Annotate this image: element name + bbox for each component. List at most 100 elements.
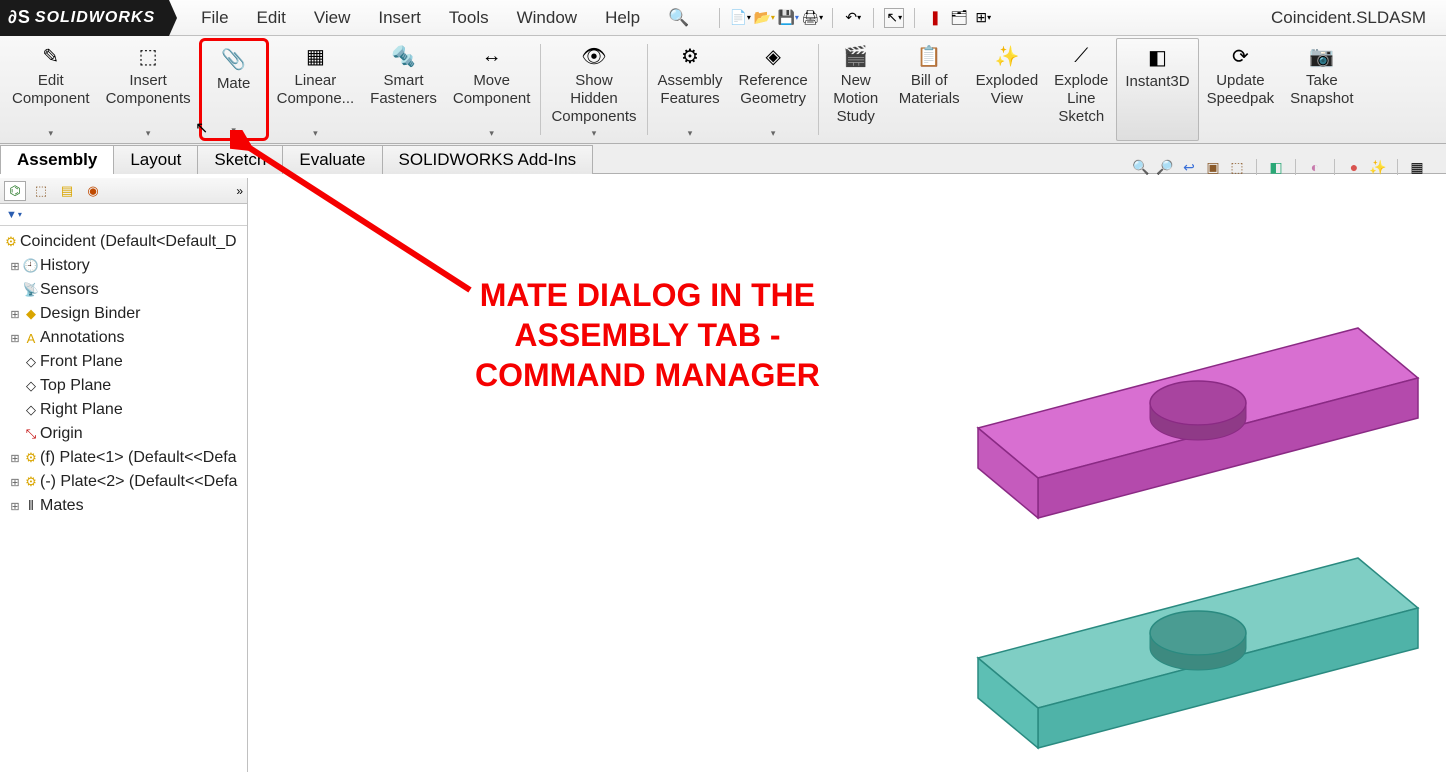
menu-file[interactable]: File — [187, 4, 242, 32]
assembly-features-label: Assembly Features — [658, 72, 723, 108]
menu-tools[interactable]: Tools — [435, 4, 503, 32]
app-name-text: SOLIDWORKS — [35, 9, 155, 27]
apply-scene-icon[interactable]: ✨ — [1369, 158, 1387, 176]
ribbon-explode-line-sketch[interactable]: ⟋Explode Line Sketch — [1046, 38, 1116, 141]
menu-insert[interactable]: Insert — [364, 4, 435, 32]
zoom-fit-icon[interactable]: 🔍 — [1132, 158, 1150, 176]
ribbon-exploded-view[interactable]: ✨Exploded View — [968, 38, 1047, 141]
tree-item-icon: 📡 — [22, 282, 40, 298]
tree-item-label: History — [40, 257, 90, 275]
ribbon-move-component[interactable]: ↔Move Component▾ — [445, 38, 539, 141]
view-settings-icon[interactable]: ▦ — [1408, 158, 1426, 176]
tab-layout[interactable]: Layout — [113, 145, 198, 174]
mate-icon: 📎 — [221, 45, 246, 73]
tree-node[interactable]: ⊞⚙ (f) Plate<1> (Default<<Defa — [2, 446, 245, 470]
panel-pin-icon[interactable]: » — [236, 184, 243, 198]
prev-view-icon[interactable]: ↩ — [1180, 158, 1198, 176]
tree-expand-icon[interactable]: ⊞ — [8, 452, 22, 465]
ribbon-smart-fasteners[interactable]: 🔩Smart Fasteners — [362, 38, 445, 141]
tree-root[interactable]: ⚙ Coincident (Default<Default_D — [2, 230, 245, 254]
bill-of-materials-icon: 📋 — [917, 42, 942, 70]
insert-components-dropdown-icon: ▾ — [146, 128, 151, 139]
tree-item-label: Front Plane — [40, 353, 123, 371]
ribbon-mate[interactable]: 📎Mate▾ — [199, 38, 269, 141]
qat-undo-icon[interactable]: ↶▾ — [843, 8, 863, 28]
ribbon-reference-geometry[interactable]: ◈Reference Geometry▾ — [731, 38, 816, 141]
tree-node[interactable]: ◇ Top Plane — [2, 374, 245, 398]
config-manager-tab-icon[interactable]: ▤ — [56, 181, 78, 201]
ribbon-new-motion-study[interactable]: 🎬New Motion Study — [821, 38, 891, 141]
ribbon-instant3d[interactable]: ◧Instant3D — [1116, 38, 1198, 141]
move-component-icon: ↔ — [482, 42, 502, 70]
menu-window[interactable]: Window — [503, 4, 591, 32]
qat-open-icon[interactable]: 📂▾ — [754, 8, 774, 28]
ribbon-update-speedpak[interactable]: ⟳Update Speedpak — [1199, 38, 1283, 141]
qat-print-icon[interactable]: 🖨▾ — [802, 8, 822, 28]
ribbon-edit-component[interactable]: ✎Edit Component▾ — [4, 38, 98, 141]
menu-view[interactable]: View — [300, 4, 365, 32]
ribbon-take-snapshot[interactable]: 📷Take Snapshot — [1282, 38, 1361, 141]
qat-new-icon[interactable]: 📄▾ — [730, 8, 750, 28]
qat-rebuild-icon[interactable]: ❚ — [925, 8, 945, 28]
feature-manager-panel: ⌬ ⬚ ▤ ◉ » ▼▾ ⚙ Coincident (Default<Defau… — [0, 178, 248, 772]
property-manager-tab-icon[interactable]: ⬚ — [30, 181, 52, 201]
take-snapshot-icon: 📷 — [1309, 42, 1334, 70]
explode-line-sketch-icon: ⟋ — [1074, 42, 1088, 70]
tab-assembly[interactable]: Assembly — [0, 145, 114, 174]
tree-node[interactable]: ⊞⚙ (-) Plate<2> (Default<<Defa — [2, 470, 245, 494]
tree-item-icon: ◇ — [22, 402, 40, 418]
dimxpert-tab-icon[interactable]: ◉ — [82, 181, 104, 201]
zoom-area-icon[interactable]: 🔎 — [1156, 158, 1174, 176]
tree-expand-icon[interactable]: ⊞ — [8, 476, 22, 489]
feature-manager-tabs: ⌬ ⬚ ▤ ◉ » — [0, 178, 247, 204]
qat-save-icon[interactable]: 💾▾ — [778, 8, 798, 28]
ribbon-show-hidden[interactable]: 👁Show Hidden Components▾ — [543, 38, 644, 141]
feature-filter-bar[interactable]: ▼▾ — [0, 204, 247, 226]
graphics-viewport[interactable] — [248, 178, 1446, 772]
tree-node[interactable]: ⊞A Annotations — [2, 326, 245, 350]
exploded-view-label: Exploded View — [976, 72, 1039, 108]
edit-appearance-icon[interactable]: ● — [1345, 158, 1363, 176]
feature-tree-tab-icon[interactable]: ⌬ — [4, 181, 26, 201]
tree-node[interactable]: ⊞🕘 History — [2, 254, 245, 278]
tree-node[interactable]: 📡 Sensors — [2, 278, 245, 302]
smart-fasteners-label: Smart Fasteners — [370, 72, 437, 108]
tree-item-icon: ◆ — [22, 306, 40, 322]
ribbon-insert-components[interactable]: ⬚Insert Components▾ — [98, 38, 199, 141]
hide-show-icon[interactable]: ◐ — [1306, 158, 1324, 176]
display-style-icon[interactable]: ◧ — [1267, 158, 1285, 176]
show-hidden-label: Show Hidden Components — [551, 72, 636, 126]
tree-item-label: Sensors — [40, 281, 99, 299]
ribbon-assembly-features[interactable]: ⚙Assembly Features▾ — [650, 38, 731, 141]
tab-evaluate[interactable]: Evaluate — [282, 145, 382, 174]
tree-expand-icon[interactable]: ⊞ — [8, 500, 22, 513]
section-view-icon[interactable]: ▣ — [1204, 158, 1222, 176]
ribbon-bill-of-materials[interactable]: 📋Bill of Materials — [891, 38, 968, 141]
tree-expand-icon[interactable]: ⊞ — [8, 332, 22, 345]
tree-expand-icon[interactable]: ⊞ — [8, 308, 22, 321]
tree-node[interactable]: ⊞◆ Design Binder — [2, 302, 245, 326]
edit-component-label: Edit Component — [12, 72, 90, 108]
assembly-features-dropdown-icon: ▾ — [688, 128, 693, 139]
bill-of-materials-label: Bill of Materials — [899, 72, 960, 108]
tree-node[interactable]: ⤡ Origin — [2, 422, 245, 446]
qat-select-icon[interactable]: ↖▾ — [884, 8, 904, 28]
tree-item-label: (f) Plate<1> (Default<<Defa — [40, 449, 237, 467]
tree-item-label: Annotations — [40, 329, 125, 347]
tree-expand-icon[interactable]: ⊞ — [8, 260, 22, 273]
tree-node[interactable]: ◇ Right Plane — [2, 398, 245, 422]
tab-addins[interactable]: SOLIDWORKS Add-Ins — [382, 145, 594, 174]
reference-geometry-label: Reference Geometry — [739, 72, 808, 108]
tree-node[interactable]: ⊞⫴ Mates — [2, 494, 245, 518]
tree-node[interactable]: ◇ Front Plane — [2, 350, 245, 374]
view-orientation-icon[interactable]: ⬚ — [1228, 158, 1246, 176]
tree-item-icon: 🕘 — [22, 258, 40, 274]
tab-sketch[interactable]: Sketch — [197, 145, 283, 174]
reference-geometry-dropdown-icon: ▾ — [771, 128, 776, 139]
ribbon-linear-component[interactable]: ▦Linear Compone...▾ — [269, 38, 363, 141]
qat-settings-icon[interactable]: ⊞▾ — [973, 8, 993, 28]
menu-edit[interactable]: Edit — [243, 4, 300, 32]
menu-help[interactable]: Help — [591, 4, 654, 32]
qat-options-icon[interactable]: 🗂 — [949, 8, 969, 28]
menu-search-icon[interactable]: 🔍 — [654, 4, 703, 32]
